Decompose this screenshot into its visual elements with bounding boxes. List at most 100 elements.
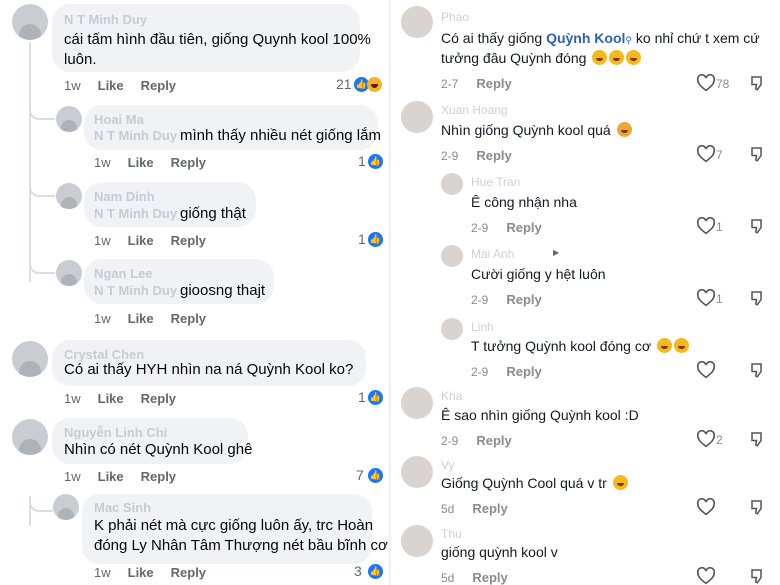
reply-button[interactable]: Reply [506,292,541,307]
dislike-icon[interactable] [749,145,767,163]
avatar[interactable] [56,106,82,132]
like-reaction-icon: 👍 [368,564,383,579]
like-count: 2 [716,433,723,447]
reaction-count[interactable]: 1 [358,389,366,405]
reply-button[interactable]: Reply [171,565,206,580]
like-button[interactable]: Like [128,155,154,170]
reply-button[interactable]: Reply [472,501,507,516]
reaction-count[interactable]: 21 [336,76,352,92]
avatar[interactable] [441,318,463,340]
commenter-name[interactable]: Nam Dinh [94,189,155,204]
reply-button[interactable]: Reply [506,220,541,235]
comment-text: luôn. [64,51,97,68]
thread-connector [29,100,55,120]
like-button[interactable]: Like [128,233,154,248]
like-count: 7 [716,148,723,162]
heart-icon[interactable] [696,145,716,163]
avatar[interactable] [441,173,463,195]
commenter-name[interactable]: Linh [471,320,494,334]
commenter-name[interactable]: Mac Sinh [94,500,151,515]
search-icon: ⚲ [625,35,632,45]
commenter-name[interactable]: Xuan Hoang [441,103,508,117]
dislike-icon[interactable] [749,498,767,516]
play-icon: ▶ [553,248,560,257]
comment-meta: 2-9 Reply [471,364,542,379]
dislike-icon[interactable] [749,217,767,235]
avatar[interactable] [53,494,79,520]
avatar[interactable] [401,456,433,488]
avatar[interactable] [12,419,48,455]
commenter-name[interactable]: Phao [441,10,469,24]
commenter-name[interactable]: Kha [441,389,462,403]
heart-icon[interactable] [696,567,716,585]
dislike-icon[interactable] [749,567,767,585]
reaction-count[interactable]: 3 [354,563,362,579]
avatar[interactable] [401,525,433,557]
commenter-name[interactable]: Vy [441,458,455,472]
dislike-icon[interactable] [749,289,767,307]
dislike-icon[interactable] [749,430,767,448]
avatar[interactable] [56,260,82,286]
reply-button[interactable]: Reply [171,155,206,170]
commenter-name[interactable]: Ngan Lee [94,266,153,281]
reaction-count[interactable]: 1 [358,153,366,169]
reply-button[interactable]: Reply [141,469,176,484]
dislike-icon[interactable] [749,74,767,92]
comment-text: Ê công nhận nha [471,194,577,210]
like-button[interactable]: Like [98,78,124,93]
timestamp: 1w [94,155,111,170]
commenter-name[interactable]: Mai Anh [471,247,514,261]
dislike-icon[interactable] [749,361,767,379]
avatar[interactable] [12,4,48,40]
facebook-comments-panel: N T Minh Duy cái tấm hình đầu tiên, giốn… [0,0,389,585]
heart-icon[interactable] [696,361,716,379]
avatar[interactable] [401,6,433,38]
laughing-emoji-icon [626,50,642,65]
heart-icon[interactable] [696,217,716,235]
mention-tag[interactable]: N T Minh Duy [94,206,177,221]
avatar[interactable] [12,341,48,377]
reply-button[interactable]: Reply [506,364,541,379]
commenter-name[interactable]: Hoai Ma [94,112,144,127]
commenter-name[interactable]: N T Minh Duy [64,12,147,27]
commenter-name[interactable]: Thu [441,527,462,541]
comment-text: Giống Quỳnh Cool quá v tr [441,473,628,493]
reply-button[interactable]: Reply [171,311,206,326]
mention-tag[interactable]: N T Minh Duy [94,128,177,143]
reply-button[interactable]: Reply [476,148,511,163]
comment-meta: 2-9 Reply [471,292,542,307]
reaction-count[interactable]: 1 [358,231,366,247]
comment-text: Nhìn giống Quỳnh kool quá [441,120,632,140]
like-button[interactable]: Like [128,311,154,326]
reply-button[interactable]: Reply [171,233,206,248]
reply-button[interactable]: Reply [141,78,176,93]
like-button[interactable]: Like [98,469,124,484]
avatar[interactable] [401,101,433,133]
heart-icon[interactable] [696,289,716,307]
comment-meta: 2-9 Reply [441,433,512,448]
timestamp: 5d [441,571,455,585]
reply-button[interactable]: Reply [472,570,507,585]
laughing-emoji-icon [592,50,608,65]
reply-button[interactable]: Reply [141,391,176,406]
avatar[interactable] [56,183,82,209]
avatar[interactable] [441,245,463,267]
search-keyword-link[interactable]: Quỳnh Kool [546,30,625,46]
reply-button[interactable]: Reply [476,433,511,448]
commenter-name[interactable]: Hue Tran [471,175,520,189]
like-button[interactable]: Like [98,391,124,406]
heart-icon[interactable] [696,430,716,448]
mention-tag[interactable]: N T Minh Duy [94,283,177,298]
commenter-name[interactable]: Nguyễn Linh Chi [64,425,167,440]
like-reaction-icon: 👍 [368,232,383,247]
like-count: 1 [716,292,723,306]
heart-icon[interactable] [696,498,716,516]
haha-reaction-icon [367,77,382,92]
reply-button[interactable]: Reply [476,76,511,91]
avatar[interactable] [401,387,433,419]
comment-meta: 1w Like Reply [94,155,223,170]
smiling-hearts-emoji-icon [616,122,632,137]
reaction-count[interactable]: 7 [356,467,364,483]
like-button[interactable]: Like [128,565,154,580]
heart-icon[interactable] [696,74,716,92]
